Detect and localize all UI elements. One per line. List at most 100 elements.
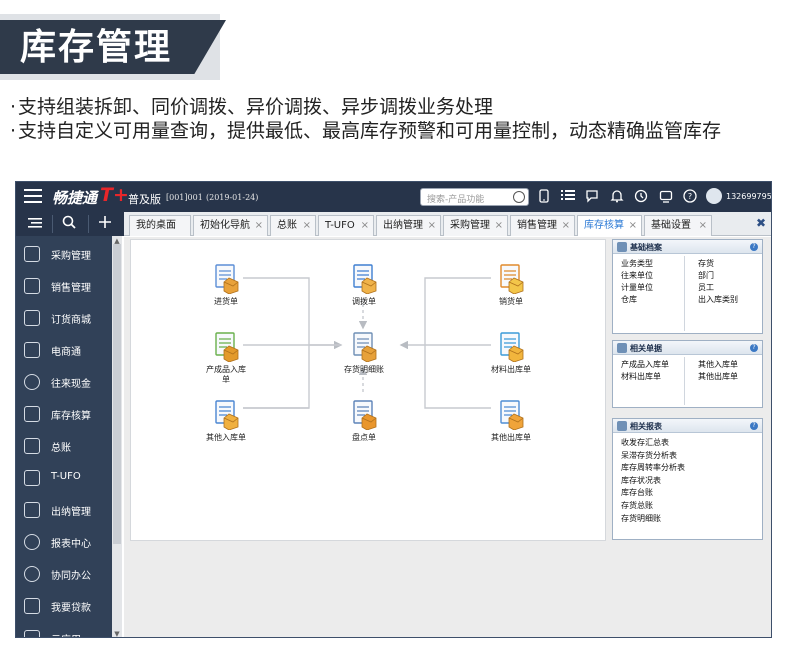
panel-link[interactable]: 存货 [698,259,714,269]
panel-link[interactable]: 库存台账 [621,488,653,498]
help-icon[interactable]: ? [750,243,758,251]
sidebar-item[interactable]: 出纳管理 [16,495,112,527]
panel-link[interactable]: 其他入库单 [698,360,738,370]
flow-node[interactable]: 销货单 [471,262,551,318]
panel-link[interactable]: 存货总账 [621,501,653,511]
sidebar-item[interactable]: T-UFO [16,463,112,495]
product-in-icon [210,330,242,363]
panel-link[interactable]: 产成品入库单 [621,360,669,370]
tab-6[interactable]: 采购管理 × [443,215,508,236]
help-icon[interactable]: ? [750,344,758,352]
tab-label: T-UFO [325,220,355,231]
panel-link[interactable]: 库存状况表 [621,476,661,486]
pie-icon [24,534,40,550]
collapse-icon[interactable] [20,212,50,236]
sidebar-item[interactable]: 协同办公 [16,559,112,591]
panel-link[interactable]: 业务类型 [621,259,653,269]
svg-text:?: ? [688,192,692,201]
sidebar-item-label: 协同办公 [51,571,91,582]
flow-node-label: 产成品入库单 [206,365,246,384]
sidebar-item-label: 库存核算 [51,411,91,422]
sidebar-item[interactable]: 采购管理 [16,239,112,271]
sidebar-item[interactable]: 销售管理 [16,271,112,303]
sidebar-item[interactable]: 报表中心 [16,527,112,559]
bell-icon[interactable] [609,189,625,205]
cart-icon [24,246,40,262]
ledger-icon [24,438,40,454]
panel-link[interactable]: 往来单位 [621,271,653,281]
panel-link[interactable]: 计量单位 [621,283,653,293]
sidebar-scroll-thumb[interactable] [113,244,121,544]
sidebar-item[interactable]: 往来现金 [16,367,112,399]
flow-node[interactable]: 产成品入库单 [186,330,266,386]
panel-link[interactable]: 仓库 [621,295,637,305]
cart-icon [24,310,40,326]
sidebar-item[interactable]: 电商通 [16,335,112,367]
service-icon[interactable] [658,189,674,205]
tab-8[interactable]: 库存核算 × [577,215,642,236]
list-icon[interactable] [560,189,576,205]
flow-node[interactable]: 进货单 [186,262,266,318]
panel-link[interactable]: 材料出库单 [621,372,661,382]
close-icon[interactable]: × [562,216,570,235]
tab-5[interactable]: 出纳管理 × [376,215,441,236]
sidebar-item-label: 销售管理 [51,283,91,294]
sidebar-item[interactable]: 总账 [16,431,112,463]
tab-2[interactable]: 初始化导航 × [193,215,268,236]
other-out-icon [495,398,527,431]
panel-title: 相关单据 [630,344,662,353]
flow-node[interactable]: 材料出库单 [471,330,551,386]
panel-link[interactable]: 其他出库单 [698,372,738,382]
sidebar-item[interactable]: 订货商城 [16,303,112,335]
close-icon[interactable]: × [255,216,263,235]
close-all-tabs-icon[interactable]: ✖ [756,216,766,230]
close-icon[interactable]: × [361,216,369,235]
tab-3[interactable]: 总账 × [270,215,316,236]
tab-9[interactable]: 基础设置 × [644,215,712,236]
close-icon[interactable]: × [629,216,637,235]
close-icon[interactable]: × [303,216,311,235]
flow-node-label: 其他入库单 [206,433,246,442]
search-input[interactable]: 搜索-产品功能 [420,188,529,206]
avatar[interactable] [706,188,722,204]
close-icon[interactable]: × [428,216,436,235]
sidebar-item[interactable]: 云应用 [16,623,112,637]
add-icon[interactable] [90,212,120,236]
flow-node[interactable]: 其他入库单 [186,398,266,454]
scroll-down-icon[interactable]: ▼ [112,630,122,637]
panel-link[interactable]: 呆滞存货分析表 [621,451,677,461]
flow-node[interactable]: 盘点单 [324,398,404,454]
help-icon[interactable]: ? [682,189,698,205]
panel-link[interactable]: 部门 [698,271,714,281]
close-icon[interactable]: × [699,216,707,235]
panel-link[interactable]: 出入库类别 [698,295,738,305]
search-icon[interactable] [513,191,525,203]
panel-link[interactable]: 收发存汇总表 [621,438,669,448]
report-icon [24,470,40,486]
tab-label: 初始化导航 [200,220,250,231]
flow-node[interactable]: 其他出库单 [471,398,551,454]
panel-link[interactable]: 库存周转率分析表 [621,463,685,473]
tab-4[interactable]: T-UFO × [318,215,374,236]
help-icon[interactable]: ? [750,422,758,430]
close-icon[interactable]: × [495,216,503,235]
phone-icon[interactable] [536,189,552,205]
panel-link[interactable]: 员工 [698,283,714,293]
chart-icon [24,278,40,294]
scroll-up-icon[interactable]: ▲ [112,237,122,245]
edition-label: 普及版 [128,193,161,206]
tab-1[interactable]: 我的桌面 [129,215,191,236]
flow-node[interactable]: 存货明细账 [324,330,404,386]
flow-node[interactable]: 调拨单 [324,262,404,318]
inventory-flow-diagram: 进货单 调拨单 销货单产成品入库单 存货明细账 材料出库单其他入库单 盘点单 其他出库单 [130,239,606,541]
menu-icon[interactable] [24,189,42,203]
tab-7[interactable]: 销售管理 × [510,215,575,236]
sidebar-item[interactable]: 我要贷款 [16,591,112,623]
flow-node-label: 销货单 [499,297,523,306]
flow-node-label: 存货明细账 [344,365,384,374]
chat-icon[interactable] [584,189,600,205]
sidebar-item[interactable]: 库存核算 [16,399,112,431]
search-icon[interactable] [54,212,84,236]
panel-link[interactable]: 存货明细账 [621,514,661,524]
refresh-icon[interactable] [633,189,649,205]
